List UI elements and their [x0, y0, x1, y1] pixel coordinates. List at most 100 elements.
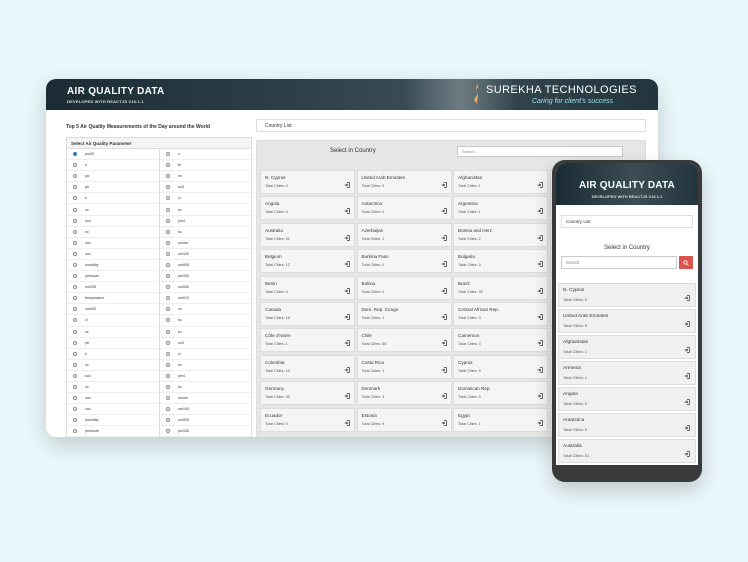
radio-icon[interactable] — [73, 274, 77, 279]
country-card-costa-rica[interactable]: Costa Rica Total Cities: 1 — [356, 354, 452, 379]
sign-in-icon[interactable] — [344, 314, 350, 322]
sign-in-icon[interactable] — [441, 419, 447, 428]
parameter-option-ec[interactable]: ec — [160, 327, 253, 338]
parameter-option-um100[interactable]: um100 — [160, 249, 253, 260]
parameter-option-pm100[interactable]: pm100 — [160, 271, 253, 283]
parameter-option-temperature[interactable]: temperature — [67, 293, 160, 305]
parameter-option-v[interactable]: v — [160, 149, 253, 161]
radio-icon[interactable] — [166, 407, 170, 412]
sign-in-icon[interactable] — [537, 366, 543, 375]
parameter-option-ci[interactable]: ci — [67, 315, 160, 327]
radio-icon[interactable] — [166, 152, 170, 157]
sign-in-icon[interactable] — [537, 261, 543, 269]
country-card-ecuador[interactable]: Ecuador Total Cities: 0 — [260, 407, 355, 432]
country-card-chile[interactable]: Chile Total Cities: 58 — [356, 328, 452, 353]
radio-icon[interactable] — [73, 262, 77, 267]
parameter-option-so4[interactable]: so4 — [67, 215, 160, 227]
radio-icon[interactable] — [166, 296, 170, 301]
radio-icon[interactable] — [73, 340, 77, 345]
radio-icon[interactable] — [73, 351, 77, 356]
country-card-afghanistan[interactable]: Afghanistan Total Cities: 1 — [453, 170, 548, 194]
country-card-cameroon[interactable]: Cameroon Total Cities: 3 — [453, 328, 548, 353]
sign-in-icon[interactable] — [684, 425, 690, 433]
country-card-united-arab-emirates[interactable]: United Arab Emirates Total Cities: 9 — [356, 170, 452, 194]
parameter-option-humidity[interactable]: humidity — [67, 415, 160, 427]
country-card-australia[interactable]: Australia Total Cities: 51 — [260, 222, 355, 247]
radio-icon[interactable] — [166, 262, 170, 267]
radio-icon[interactable] — [73, 362, 77, 367]
radio-icon[interactable] — [73, 240, 77, 245]
country-card-belgium[interactable]: Belgium Total Cities: 12 — [260, 249, 355, 274]
sign-in-icon[interactable] — [344, 235, 350, 243]
parameter-option-bc[interactable]: bc — [160, 382, 253, 394]
parameter-option-pressure[interactable]: pressure — [67, 271, 160, 283]
parameter-option-um005[interactable]: um005 — [160, 415, 253, 427]
radio-icon[interactable] — [73, 296, 77, 301]
sign-in-icon[interactable] — [441, 340, 447, 348]
radio-icon[interactable] — [73, 207, 77, 212]
country-card-canada[interactable]: Canada Total Cities: 16 — [260, 301, 355, 326]
country-card-benin[interactable]: Benin Total Cities: 0 — [260, 275, 355, 300]
radio-icon[interactable] — [166, 240, 170, 245]
radio-icon[interactable] — [73, 152, 77, 157]
sign-in-icon[interactable] — [684, 295, 690, 303]
country-card-azerbaijan[interactable]: Azerbaijan Total Cities: 1 — [356, 222, 452, 247]
radio-icon[interactable] — [73, 385, 77, 390]
sign-in-icon[interactable] — [441, 235, 447, 243]
radio-icon[interactable] — [166, 418, 170, 423]
parameter-option-so4[interactable]: so4 — [67, 370, 160, 382]
parameter-option-bc[interactable]: bc — [160, 315, 253, 327]
parameter-option-oc[interactable]: oc — [67, 359, 160, 371]
parameter-option-ec[interactable]: ec — [160, 204, 253, 216]
sign-in-icon[interactable] — [537, 393, 543, 401]
parameter-option-cl[interactable]: cl — [160, 349, 253, 360]
sign-in-icon[interactable] — [441, 393, 447, 401]
country-card-dem-rep-congo[interactable]: Dem. Rep. Congo Total Cities: 1 — [356, 301, 452, 326]
radio-icon[interactable] — [166, 251, 170, 256]
country-card-estonia[interactable]: Estonia Total Cities: 9 — [356, 407, 452, 432]
mobile-country-card-angola[interactable]: Angola Total Cities: 0 — [558, 387, 696, 411]
parameter-option-pm4[interactable]: pm4 — [160, 371, 253, 382]
country-card-dominican-rep[interactable]: Dominican Rep. Total Cities: 9 — [453, 381, 548, 406]
country-card-burkina-faso[interactable]: Burkina Faso Total Cities: 0 — [356, 249, 452, 274]
parameter-option-k[interactable]: k — [67, 193, 160, 205]
radio-icon[interactable] — [166, 163, 170, 168]
parameter-option-voc[interactable]: voc — [67, 404, 160, 416]
sign-in-icon[interactable] — [537, 208, 543, 216]
radio-icon[interactable] — [166, 307, 170, 312]
radio-icon[interactable] — [73, 185, 77, 190]
parameter-option-pm25[interactable]: pm25 — [67, 149, 160, 161]
parameter-option-nox[interactable]: nox — [67, 237, 160, 249]
parameter-option-voc[interactable]: voc — [67, 248, 160, 260]
parameter-option-no3[interactable]: no3 — [160, 338, 253, 349]
mobile-country-card-antarctica[interactable]: Antarctica Total Cities: 0 — [558, 413, 696, 437]
radio-icon[interactable] — [166, 373, 170, 378]
mobile-country-card-n-cyprus[interactable]: N. Cyprus Total Cities: 0 — [558, 283, 696, 307]
sign-in-icon[interactable] — [684, 347, 690, 355]
parameter-option-pressure[interactable]: pressure — [67, 426, 160, 437]
sign-in-icon[interactable] — [684, 451, 690, 459]
sign-in-icon[interactable] — [344, 208, 350, 216]
sign-in-icon[interactable] — [537, 235, 543, 243]
radio-icon[interactable] — [166, 329, 170, 334]
radio-icon[interactable] — [166, 218, 170, 223]
radio-icon[interactable] — [73, 318, 77, 323]
parameter-option-bc[interactable]: bc — [160, 227, 253, 238]
parameter-option-ozone[interactable]: ozone — [160, 393, 253, 405]
parameter-option-nc[interactable]: nc — [67, 226, 160, 238]
parameter-option-oc[interactable]: oc — [67, 204, 160, 216]
sign-in-icon[interactable] — [441, 366, 447, 375]
parameter-option-um010[interactable]: um010 — [160, 293, 253, 305]
sign-in-icon[interactable] — [441, 208, 447, 216]
search-input[interactable]: Search — [457, 146, 623, 157]
radio-icon[interactable] — [166, 362, 170, 367]
country-card-n-cyprus[interactable]: N. Cyprus Total Cities: 0 — [260, 170, 355, 194]
radio-icon[interactable] — [73, 251, 77, 256]
radio-icon[interactable] — [73, 418, 77, 423]
parameter-option-um025[interactable]: um025 — [67, 282, 160, 294]
radio-icon[interactable] — [166, 274, 170, 279]
radio-icon[interactable] — [166, 396, 170, 401]
radio-icon[interactable] — [166, 229, 170, 234]
sign-in-icon[interactable] — [344, 419, 350, 428]
mobile-country-card-armenia[interactable]: Armenia Total Cities: 1 — [558, 361, 696, 385]
